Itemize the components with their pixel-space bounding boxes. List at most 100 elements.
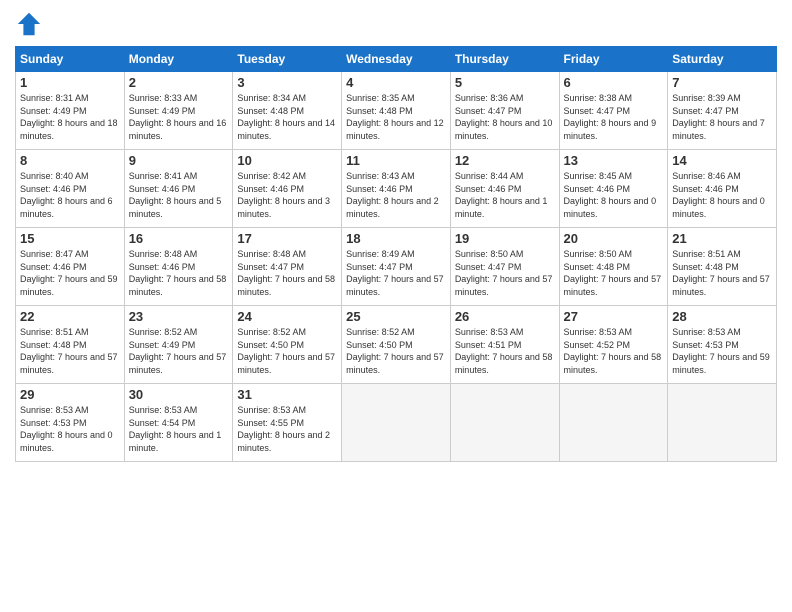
day-cell: 14 Sunrise: 8:46 AMSunset: 4:46 PMDayligh… (668, 150, 777, 228)
week-row-5: 29 Sunrise: 8:53 AMSunset: 4:53 PMDayligh… (16, 384, 777, 462)
day-info: Sunrise: 8:52 AMSunset: 4:50 PMDaylight:… (346, 326, 446, 376)
day-info: Sunrise: 8:53 AMSunset: 4:51 PMDaylight:… (455, 326, 555, 376)
day-cell: 8 Sunrise: 8:40 AMSunset: 4:46 PMDaylight… (16, 150, 125, 228)
day-number: 8 (20, 153, 120, 168)
day-number: 16 (129, 231, 229, 246)
day-cell: 18Sunrise: 8:49 AMSunset: 4:47 PMDayligh… (342, 228, 451, 306)
day-number: 31 (237, 387, 337, 402)
day-number: 22 (20, 309, 120, 324)
day-number: 14 (672, 153, 772, 168)
day-cell: 16 Sunrise: 8:48 AMSunset: 4:46 PMDayligh… (124, 228, 233, 306)
day-info: Sunrise: 8:44 AMSunset: 4:46 PMDaylight:… (455, 170, 555, 220)
day-info: Sunrise: 8:48 AMSunset: 4:47 PMDaylight:… (237, 248, 337, 298)
day-info: Sunrise: 8:41 AMSunset: 4:46 PMDaylight:… (129, 170, 229, 220)
day-number: 6 (564, 75, 664, 90)
day-cell: 17 Sunrise: 8:48 AMSunset: 4:47 PMDayligh… (233, 228, 342, 306)
day-cell: 30Sunrise: 8:53 AMSunset: 4:54 PMDayligh… (124, 384, 233, 462)
col-header-thursday: Thursday (450, 47, 559, 72)
day-info: Sunrise: 8:36 AMSunset: 4:47 PMDaylight:… (455, 92, 555, 142)
day-cell: 23 Sunrise: 8:52 AMSunset: 4:49 PMDayligh… (124, 306, 233, 384)
day-info: Sunrise: 8:39 AMSunset: 4:47 PMDaylight:… (672, 92, 772, 142)
day-info: Sunrise: 8:50 AMSunset: 4:47 PMDaylight:… (455, 248, 555, 298)
day-cell: 10Sunrise: 8:42 AMSunset: 4:46 PMDayligh… (233, 150, 342, 228)
day-number: 20 (564, 231, 664, 246)
day-number: 17 (237, 231, 337, 246)
day-cell: 25Sunrise: 8:52 AMSunset: 4:50 PMDayligh… (342, 306, 451, 384)
day-number: 13 (564, 153, 664, 168)
week-row-4: 22Sunrise: 8:51 AMSunset: 4:48 PMDayligh… (16, 306, 777, 384)
day-cell: 26 Sunrise: 8:53 AMSunset: 4:51 PMDayligh… (450, 306, 559, 384)
day-number: 12 (455, 153, 555, 168)
page: SundayMondayTuesdayWednesdayThursdayFrid… (0, 0, 792, 612)
col-header-tuesday: Tuesday (233, 47, 342, 72)
day-number: 21 (672, 231, 772, 246)
day-info: Sunrise: 8:40 AMSunset: 4:46 PMDaylight:… (20, 170, 120, 220)
day-info: Sunrise: 8:48 AMSunset: 4:46 PMDaylight:… (129, 248, 229, 298)
calendar-table: SundayMondayTuesdayWednesdayThursdayFrid… (15, 46, 777, 462)
day-cell: 5 Sunrise: 8:36 AMSunset: 4:47 PMDaylight… (450, 72, 559, 150)
day-info: Sunrise: 8:53 AMSunset: 4:52 PMDaylight:… (564, 326, 664, 376)
col-header-friday: Friday (559, 47, 668, 72)
day-cell (450, 384, 559, 462)
week-row-3: 15 Sunrise: 8:47 AMSunset: 4:46 PMDayligh… (16, 228, 777, 306)
day-info: Sunrise: 8:47 AMSunset: 4:46 PMDaylight:… (20, 248, 120, 298)
day-number: 19 (455, 231, 555, 246)
header (15, 10, 777, 38)
day-number: 23 (129, 309, 229, 324)
day-info: Sunrise: 8:53 AMSunset: 4:53 PMDaylight:… (20, 404, 120, 454)
day-info: Sunrise: 8:52 AMSunset: 4:49 PMDaylight:… (129, 326, 229, 376)
week-row-2: 8 Sunrise: 8:40 AMSunset: 4:46 PMDaylight… (16, 150, 777, 228)
day-info: Sunrise: 8:45 AMSunset: 4:46 PMDaylight:… (564, 170, 664, 220)
day-cell: 19 Sunrise: 8:50 AMSunset: 4:47 PMDayligh… (450, 228, 559, 306)
day-number: 24 (237, 309, 337, 324)
day-cell: 31 Sunrise: 8:53 AMSunset: 4:55 PMDayligh… (233, 384, 342, 462)
day-number: 29 (20, 387, 120, 402)
day-cell: 6Sunrise: 8:38 AMSunset: 4:47 PMDaylight… (559, 72, 668, 150)
day-info: Sunrise: 8:46 AMSunset: 4:46 PMDaylight:… (672, 170, 772, 220)
day-number: 1 (20, 75, 120, 90)
header-row: SundayMondayTuesdayWednesdayThursdayFrid… (16, 47, 777, 72)
logo (15, 10, 47, 38)
day-info: Sunrise: 8:34 AMSunset: 4:48 PMDaylight:… (237, 92, 337, 142)
day-cell: 3Sunrise: 8:34 AMSunset: 4:48 PMDaylight… (233, 72, 342, 150)
col-header-monday: Monday (124, 47, 233, 72)
day-number: 5 (455, 75, 555, 90)
day-cell: 15 Sunrise: 8:47 AMSunset: 4:46 PMDayligh… (16, 228, 125, 306)
day-info: Sunrise: 8:51 AMSunset: 4:48 PMDaylight:… (672, 248, 772, 298)
day-cell: 29 Sunrise: 8:53 AMSunset: 4:53 PMDayligh… (16, 384, 125, 462)
day-cell (559, 384, 668, 462)
day-info: Sunrise: 8:53 AMSunset: 4:55 PMDaylight:… (237, 404, 337, 454)
day-info: Sunrise: 8:42 AMSunset: 4:46 PMDaylight:… (237, 170, 337, 220)
day-number: 2 (129, 75, 229, 90)
day-cell: 13 Sunrise: 8:45 AMSunset: 4:46 PMDayligh… (559, 150, 668, 228)
day-cell: 1 Sunrise: 8:31 AMSunset: 4:49 PMDaylight… (16, 72, 125, 150)
day-cell: 12 Sunrise: 8:44 AMSunset: 4:46 PMDayligh… (450, 150, 559, 228)
day-info: Sunrise: 8:52 AMSunset: 4:50 PMDaylight:… (237, 326, 337, 376)
day-cell: 22Sunrise: 8:51 AMSunset: 4:48 PMDayligh… (16, 306, 125, 384)
day-number: 4 (346, 75, 446, 90)
day-number: 18 (346, 231, 446, 246)
day-cell: 2Sunrise: 8:33 AMSunset: 4:49 PMDaylight… (124, 72, 233, 150)
day-info: Sunrise: 8:53 AMSunset: 4:53 PMDaylight:… (672, 326, 772, 376)
day-cell: 4 Sunrise: 8:35 AMSunset: 4:48 PMDaylight… (342, 72, 451, 150)
week-row-1: 1 Sunrise: 8:31 AMSunset: 4:49 PMDaylight… (16, 72, 777, 150)
col-header-wednesday: Wednesday (342, 47, 451, 72)
day-number: 9 (129, 153, 229, 168)
day-info: Sunrise: 8:35 AMSunset: 4:48 PMDaylight:… (346, 92, 446, 142)
day-cell: 9 Sunrise: 8:41 AMSunset: 4:46 PMDaylight… (124, 150, 233, 228)
col-header-sunday: Sunday (16, 47, 125, 72)
day-number: 28 (672, 309, 772, 324)
day-number: 26 (455, 309, 555, 324)
day-number: 30 (129, 387, 229, 402)
day-number: 27 (564, 309, 664, 324)
day-info: Sunrise: 8:50 AMSunset: 4:48 PMDaylight:… (564, 248, 664, 298)
day-cell: 21 Sunrise: 8:51 AMSunset: 4:48 PMDayligh… (668, 228, 777, 306)
day-cell: 28 Sunrise: 8:53 AMSunset: 4:53 PMDayligh… (668, 306, 777, 384)
day-cell: 11 Sunrise: 8:43 AMSunset: 4:46 PMDayligh… (342, 150, 451, 228)
day-cell: 24 Sunrise: 8:52 AMSunset: 4:50 PMDayligh… (233, 306, 342, 384)
day-info: Sunrise: 8:31 AMSunset: 4:49 PMDaylight:… (20, 92, 120, 142)
day-cell (668, 384, 777, 462)
day-number: 15 (20, 231, 120, 246)
day-info: Sunrise: 8:43 AMSunset: 4:46 PMDaylight:… (346, 170, 446, 220)
day-number: 11 (346, 153, 446, 168)
